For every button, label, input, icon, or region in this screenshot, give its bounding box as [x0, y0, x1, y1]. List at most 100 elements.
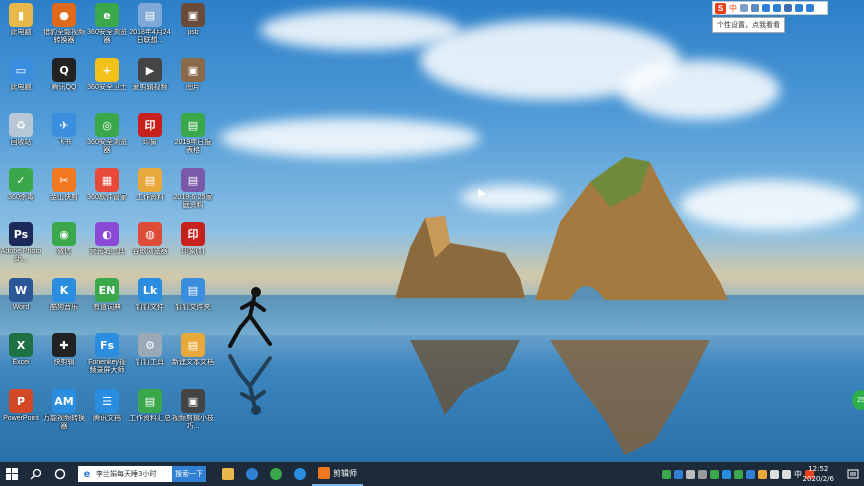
taskbar-active-app[interactable]: 剪辑师: [312, 462, 363, 486]
side-floating-bubble[interactable]: 25: [852, 390, 864, 410]
desktop-icon[interactable]: ▤ 新建文本文档: [172, 333, 214, 367]
desktop-icon[interactable]: Q 腾讯QQ: [43, 58, 85, 92]
document-icon: ▤: [138, 168, 162, 192]
desktop-icon[interactable]: ◍ 谷歌浏览器: [129, 222, 171, 256]
desktop-icon[interactable]: ▮ 此电脑: [0, 3, 42, 37]
tray-ime-mode[interactable]: 中: [794, 469, 802, 480]
desktop-icon[interactable]: ◎ 360安全浏览器: [86, 113, 128, 155]
desktop-icon[interactable]: ♻ 回收站: [0, 113, 42, 147]
emoji-icon[interactable]: [751, 4, 759, 12]
taskbar-file-explorer[interactable]: [216, 462, 240, 486]
desktop-icon[interactable]: X Excel: [0, 333, 42, 367]
desktop-icon[interactable]: ✓ 360杀毒: [0, 168, 42, 202]
microphone-icon[interactable]: [762, 4, 770, 12]
link-icon: Lk: [138, 278, 162, 302]
desktop-icon-label: 腾讯文档: [93, 415, 121, 422]
recorder-icon: Fs: [95, 333, 119, 357]
converter-icon: ●: [52, 3, 76, 27]
start-button[interactable]: [0, 462, 24, 486]
desktop-icon[interactable]: Fs Fonenkey视频录屏大师: [86, 333, 128, 375]
ime-tooltip: 个性设置，点我看看: [712, 17, 785, 33]
desktop-icon[interactable]: ▤ 2019年日报表格: [172, 113, 214, 155]
tray-shield-icon[interactable]: [710, 469, 719, 479]
desktop-icon[interactable]: ▣ 图片: [172, 58, 214, 92]
ime-toolbar[interactable]: S 中: [712, 1, 828, 15]
skin-icon[interactable]: [784, 4, 792, 12]
notification-center-button[interactable]: [846, 466, 860, 482]
rock-reflection: [550, 340, 710, 455]
search-button[interactable]: [24, 462, 48, 486]
desktop-icon[interactable]: K 酷狗音乐: [43, 278, 85, 312]
desktop-icon[interactable]: ▤ 2018年4月24日联想...: [129, 3, 171, 45]
desktop-icon-label: 2018年4月24日联想...: [129, 29, 171, 44]
runner-silhouette: [228, 287, 272, 348]
clock-date: 2020/2/6: [802, 475, 834, 483]
desktop-icon[interactable]: 印印象(1): [172, 222, 214, 256]
desktop-icon-label: 2019-6-25家庭资料: [173, 194, 213, 209]
document-icon: ▤: [138, 3, 162, 27]
desktop-icon[interactable]: ▣ psb: [172, 3, 214, 37]
search-query[interactable]: 李兰娟每天睡3小时: [96, 469, 156, 479]
desktop-icon[interactable]: AM 万能视频转换器: [43, 389, 85, 431]
taskbar: e 李兰娟每天睡3小时 搜索一下 剪辑师 中 12:52 2020/2/6: [0, 462, 864, 486]
desktop-icon[interactable]: ▤ 2019-6-25家庭资料: [172, 168, 214, 210]
search-submit-button[interactable]: 搜索一下: [172, 466, 206, 482]
tray-file-icon[interactable]: [686, 469, 695, 479]
desktop-icon[interactable]: ▭ 此电脑: [0, 58, 42, 92]
tray-battery-icon[interactable]: [758, 469, 767, 479]
desktop-icon[interactable]: ▶ 爱剪辑视频: [129, 58, 171, 92]
photo-icon: ▣: [181, 58, 205, 82]
desktop-icon[interactable]: Lk 钉钉文件: [129, 278, 171, 312]
folder-icon: [222, 468, 234, 480]
desktop-icon[interactable]: P PowerPoint: [0, 389, 42, 423]
desktop-icon-label: 印象: [143, 139, 157, 146]
sogou-logo-icon[interactable]: S: [715, 2, 726, 14]
browser-search-box[interactable]: e 李兰娟每天睡3小时: [78, 466, 172, 482]
desktop-icon[interactable]: ▣ 视频剪辑小技巧...: [172, 389, 214, 431]
tray-kugou-icon[interactable]: [722, 469, 731, 479]
desktop-icon-label: 360软件管家: [87, 194, 127, 201]
taskbar-360-browser[interactable]: [264, 462, 288, 486]
tray-word-icon[interactable]: [674, 469, 683, 479]
desktop-icon[interactable]: EN 有道词典: [86, 278, 128, 312]
desktop-icon[interactable]: ✚ 快剪辑: [43, 333, 85, 367]
tray-network-icon[interactable]: [770, 469, 779, 479]
cortana-button[interactable]: [48, 462, 72, 486]
tray-app-icon[interactable]: [662, 469, 671, 479]
tray-wechat-icon[interactable]: [734, 469, 743, 479]
desktop-icon[interactable]: 印印象: [129, 113, 171, 147]
desktop-icon[interactable]: ▤ 工作资料: [129, 168, 171, 202]
clock[interactable]: 12:52 2020/2/6: [803, 464, 834, 484]
desktop-icon[interactable]: ▤ 工作资料汇总: [129, 389, 171, 423]
tray-word2-icon[interactable]: [746, 469, 755, 479]
tray-volume-icon[interactable]: [782, 469, 791, 479]
ime-mode-toggle[interactable]: 中: [729, 3, 737, 14]
desktop-icon[interactable]: ● 猎豹全能视频转换器: [43, 3, 85, 45]
qq-icon: Q: [52, 58, 76, 82]
desktop-icon[interactable]: ▦ 360软件管家: [86, 168, 128, 202]
scissors-icon: ✂: [52, 168, 76, 192]
taskbar-kugou[interactable]: [288, 462, 312, 486]
desktop-icon[interactable]: ✈ 飞书: [43, 113, 85, 147]
desktop-icon[interactable]: ◐ 荧光笔工具: [86, 222, 128, 256]
punctuation-icon[interactable]: [740, 4, 748, 12]
desktop-icon-label: 360安全卫士: [87, 84, 127, 91]
tray-device-icon[interactable]: [698, 469, 707, 479]
desktop-icon[interactable]: e 360安全浏览器: [86, 3, 128, 45]
keyboard-icon[interactable]: [773, 4, 781, 12]
desktop-icon[interactable]: Ps Adobe Photosh...: [0, 222, 42, 264]
toolbox-icon[interactable]: [806, 4, 814, 12]
desktop-icon[interactable]: W Word: [0, 278, 42, 312]
notification-icon: [847, 469, 859, 479]
image-thumb-icon: ▣: [181, 3, 205, 27]
desktop-icon[interactable]: ⚙ 钉钉工具: [129, 333, 171, 367]
clock-time: 12:52: [808, 465, 829, 473]
docs-icon: ☰: [95, 389, 119, 413]
desktop-icon[interactable]: ✂ 金山快剪: [43, 168, 85, 202]
desktop-icon[interactable]: ◉ 微信: [43, 222, 85, 256]
desktop-icon[interactable]: +360安全卫士: [86, 58, 128, 92]
taskbar-edge[interactable]: [240, 462, 264, 486]
shirt-icon[interactable]: [795, 4, 803, 12]
desktop-icon[interactable]: ▤ 钉钉文件夹: [172, 278, 214, 312]
desktop-icon[interactable]: ☰ 腾讯文档: [86, 389, 128, 423]
